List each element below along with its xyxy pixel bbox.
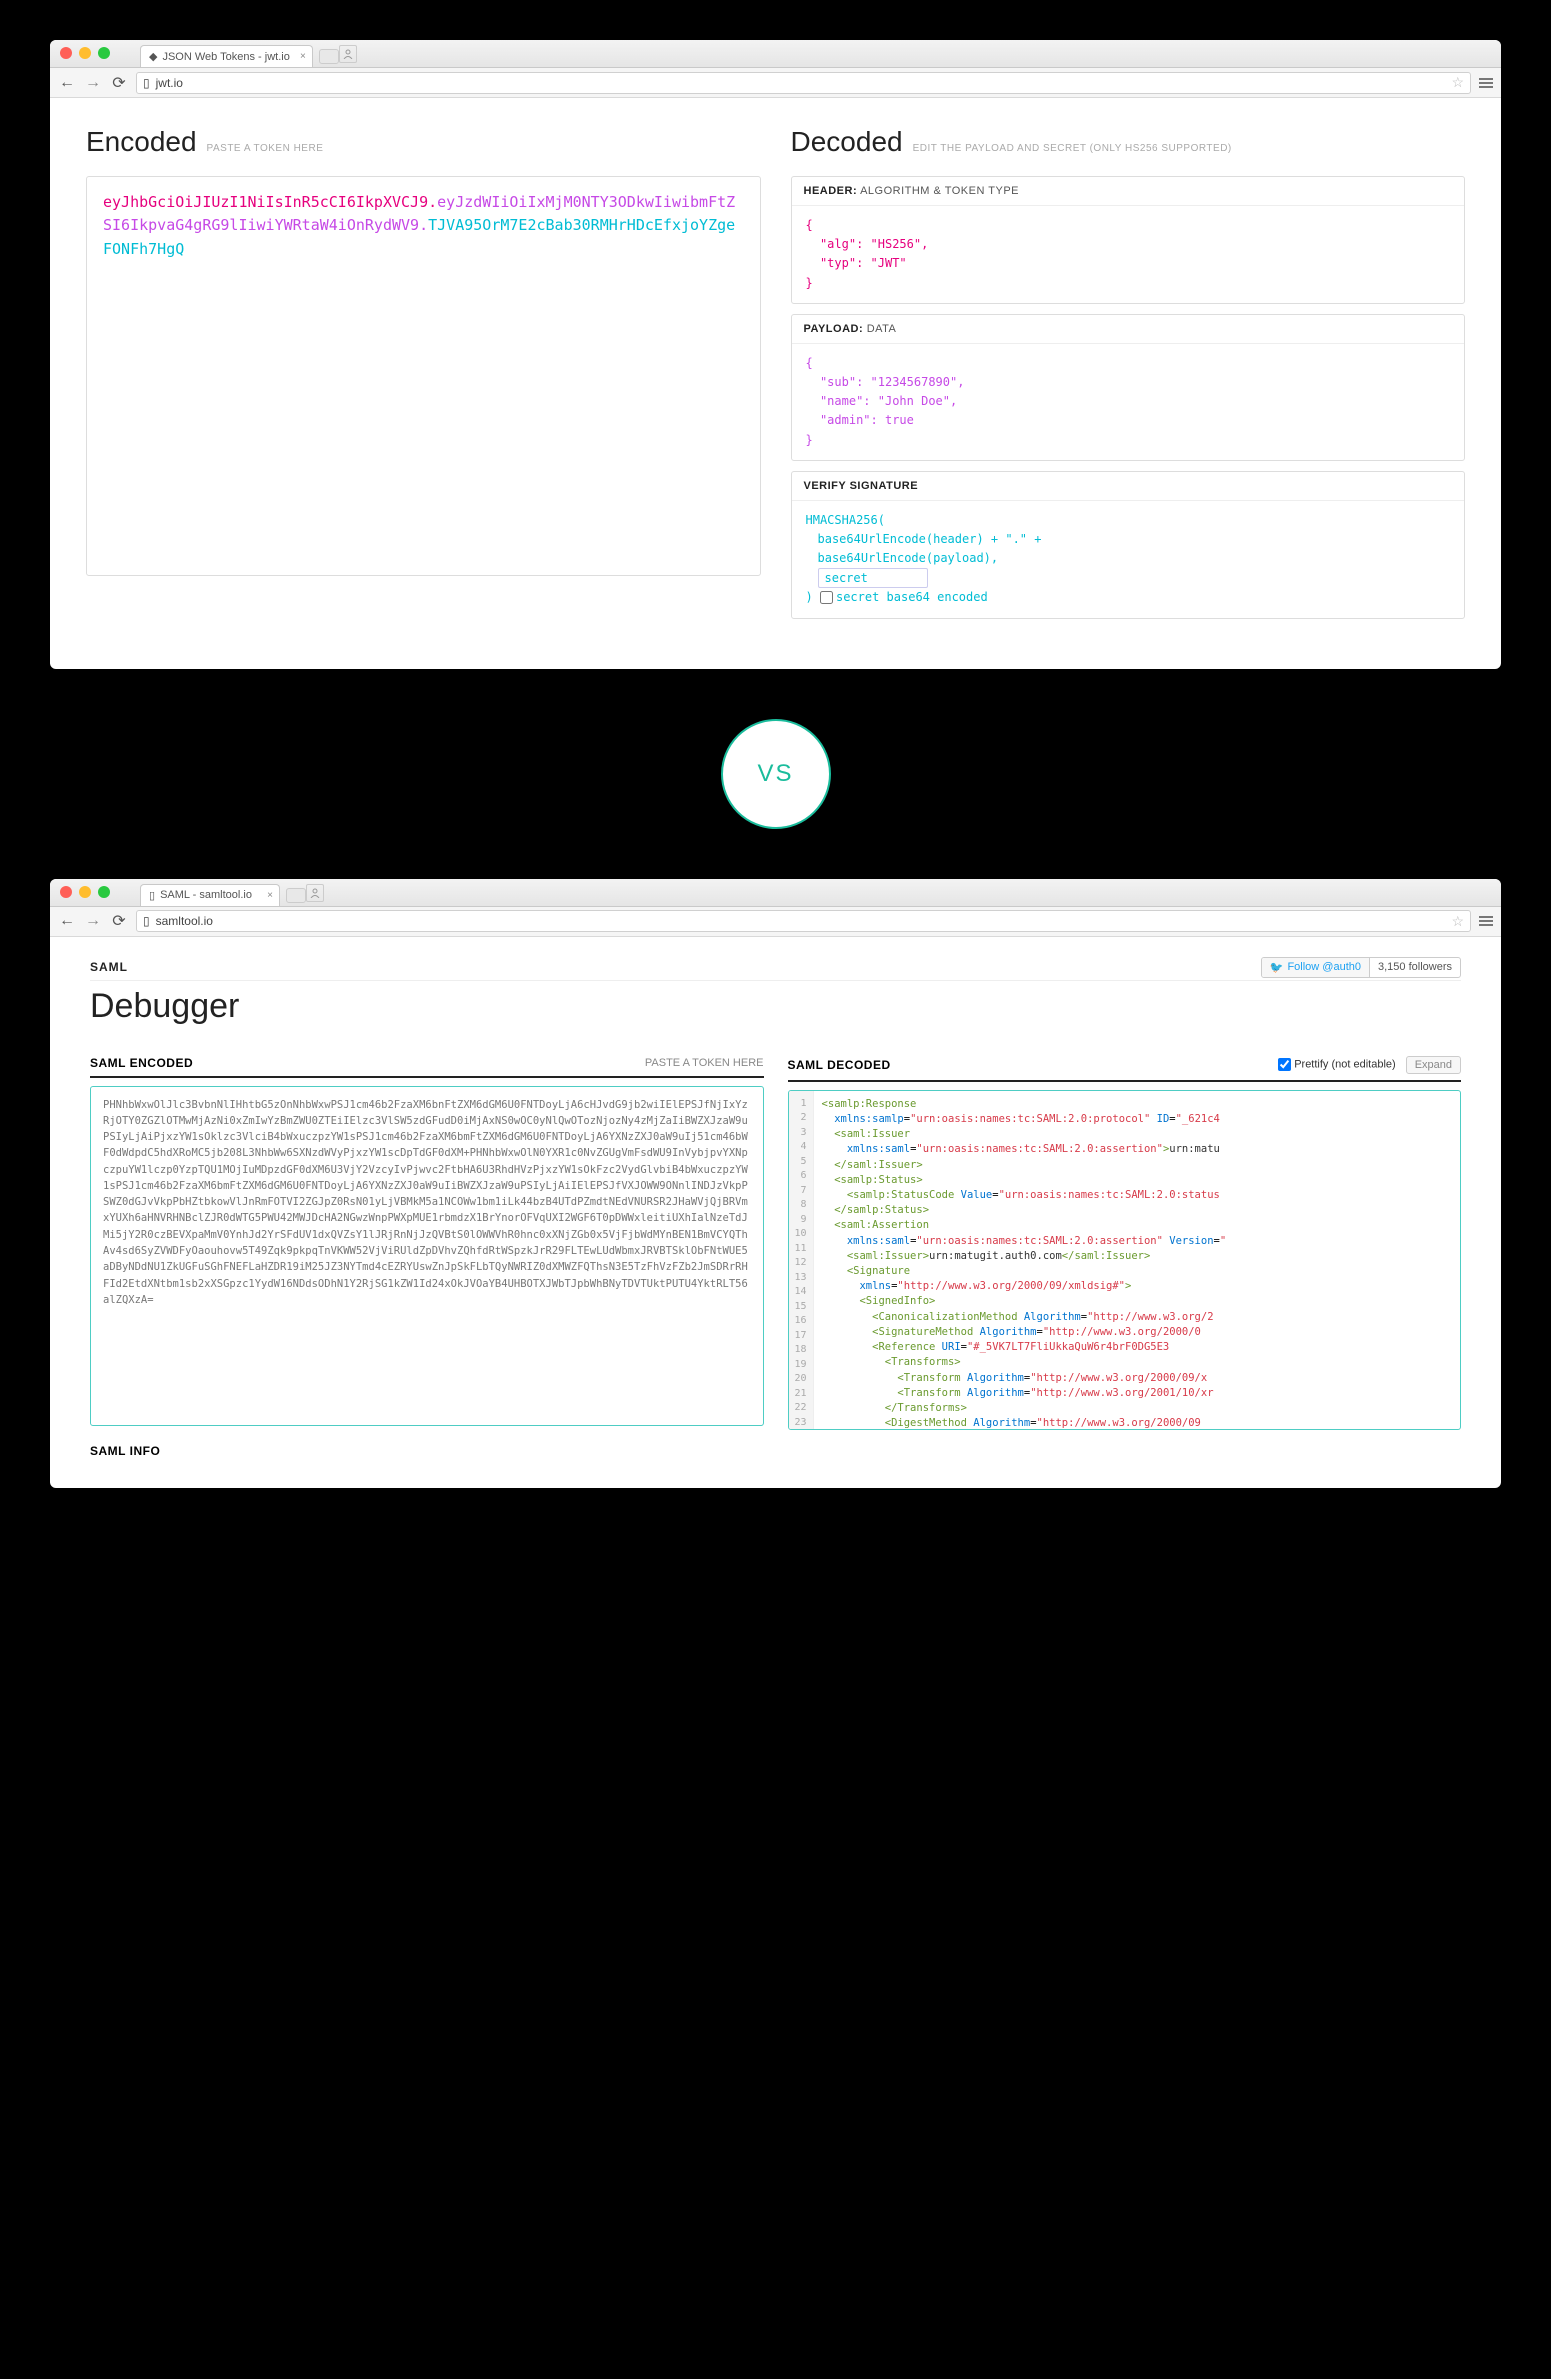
payload-panel: PAYLOAD: DATA { "sub": "1234567890", "na… bbox=[791, 314, 1466, 461]
sig-line: HMACSHA256( bbox=[806, 511, 1451, 530]
decoded-subtitle: EDIT THE PAYLOAD AND SECRET (ONLY HS256 … bbox=[913, 143, 1232, 154]
saml-decoded-heading: SAML DECODED bbox=[788, 1058, 891, 1072]
url-bar[interactable]: ▯ samltool.io ☆ bbox=[136, 910, 1471, 932]
menu-icon[interactable] bbox=[1479, 916, 1493, 926]
secret-input[interactable] bbox=[818, 568, 928, 588]
base64-label: secret base64 encoded bbox=[836, 590, 988, 604]
tab-row: ▯ SAML - samltool.io × bbox=[140, 879, 338, 906]
reload-button-icon[interactable]: ⟳ bbox=[110, 73, 128, 93]
sig-close: ) bbox=[806, 590, 813, 604]
saml-decoded-viewer[interactable]: 1234567891011121314151617181920212223242… bbox=[788, 1090, 1462, 1430]
bookmark-star-icon[interactable]: ☆ bbox=[1451, 913, 1464, 930]
browser-toolbar: ← → ⟳ ▯ jwt.io ☆ bbox=[50, 68, 1501, 98]
encoded-subtitle: PASTE A TOKEN HERE bbox=[207, 143, 324, 154]
titlebar: ◆ JSON Web Tokens - jwt.io × bbox=[50, 40, 1501, 68]
tab-title: JSON Web Tokens - jwt.io bbox=[162, 51, 289, 63]
window-controls bbox=[60, 47, 110, 59]
prettify-checkbox[interactable] bbox=[1278, 1058, 1291, 1071]
page-icon: ▯ bbox=[143, 914, 150, 928]
close-tab-icon[interactable]: × bbox=[300, 51, 306, 62]
payload-sublabel: DATA bbox=[867, 323, 897, 335]
saml-browser-window: ▯ SAML - samltool.io × ← → ⟳ ▯ samltool.… bbox=[50, 879, 1501, 1488]
browser-tab[interactable]: ▯ SAML - samltool.io × bbox=[140, 884, 280, 906]
payload-label: PAYLOAD: bbox=[804, 323, 864, 335]
encoded-heading: Encoded bbox=[86, 126, 197, 158]
prettify-toggle[interactable]: Prettify (not editable) bbox=[1278, 1058, 1396, 1071]
sig-line: base64UrlEncode(header) + "." + bbox=[806, 530, 1451, 549]
signature-label: VERIFY SIGNATURE bbox=[804, 480, 919, 492]
url-bar[interactable]: ▯ jwt.io ☆ bbox=[136, 72, 1471, 94]
bookmark-star-icon[interactable]: ☆ bbox=[1451, 74, 1464, 91]
page-icon: ▯ bbox=[143, 76, 150, 90]
token-header-segment: eyJhbGciOiJIUzI1NiIsInR5cCI6IkpXVCJ9 bbox=[103, 193, 428, 211]
saml-xml-code: <samlp:Response xmlns:samlp="urn:oasis:n… bbox=[814, 1091, 1460, 1429]
jwt-page: Encoded PASTE A TOKEN HERE eyJhbGciOiJIU… bbox=[50, 98, 1501, 669]
url-text: jwt.io bbox=[156, 76, 183, 90]
saml-encoded-input[interactable]: PHNhbWxwOlJlc3BvbnNlIHhtbG5zOnNhbWxwPSJ1… bbox=[90, 1086, 764, 1426]
forward-button-icon[interactable]: → bbox=[84, 912, 102, 930]
new-tab-button[interactable] bbox=[286, 888, 306, 903]
vs-badge: VS bbox=[721, 719, 831, 829]
back-button-icon[interactable]: ← bbox=[58, 912, 76, 930]
page-title: Debugger bbox=[90, 987, 1461, 1026]
twitter-follow-button[interactable]: 🐦Follow @auth0 3,150 followers bbox=[1261, 957, 1461, 978]
browser-toolbar: ← → ⟳ ▯ samltool.io ☆ bbox=[50, 907, 1501, 937]
header-json[interactable]: { "alg": "HS256", "typ": "JWT" } bbox=[792, 206, 1465, 303]
twitter-icon: 🐦 bbox=[1270, 961, 1284, 974]
saml-page: SAML 🐦Follow @auth0 3,150 followers Debu… bbox=[50, 937, 1501, 1488]
payload-json[interactable]: { "sub": "1234567890", "name": "John Doe… bbox=[792, 344, 1465, 460]
sig-line: base64UrlEncode(payload), bbox=[806, 549, 1451, 568]
reload-button-icon[interactable]: ⟳ bbox=[110, 911, 128, 931]
encoded-column: Encoded PASTE A TOKEN HERE eyJhbGciOiJIU… bbox=[86, 126, 761, 629]
favicon-icon: ◆ bbox=[149, 50, 157, 63]
saml-encoded-heading: SAML ENCODED bbox=[90, 1056, 193, 1070]
minimize-window-icon[interactable] bbox=[79, 47, 91, 59]
menu-icon[interactable] bbox=[1479, 78, 1493, 88]
vs-divider: VS bbox=[50, 669, 1501, 879]
saml-encoded-subtitle: PASTE A TOKEN HERE bbox=[645, 1057, 764, 1069]
header-panel: HEADER: ALGORITHM & TOKEN TYPE { "alg": … bbox=[791, 176, 1466, 304]
saml-encoded-column: SAML ENCODED PASTE A TOKEN HERE PHNhbWxw… bbox=[90, 1056, 764, 1458]
favicon-icon: ▯ bbox=[149, 889, 155, 902]
decoded-heading: Decoded bbox=[791, 126, 903, 158]
browser-tab[interactable]: ◆ JSON Web Tokens - jwt.io × bbox=[140, 45, 313, 67]
header-sublabel: ALGORITHM & TOKEN TYPE bbox=[860, 185, 1019, 197]
follow-label: Follow @auth0 bbox=[1287, 961, 1361, 973]
profile-icon[interactable] bbox=[339, 45, 357, 63]
saml-info-heading: SAML INFO bbox=[90, 1444, 764, 1458]
back-button-icon[interactable]: ← bbox=[58, 74, 76, 92]
forward-button-icon[interactable]: → bbox=[84, 74, 102, 92]
close-window-icon[interactable] bbox=[60, 47, 72, 59]
header-label: HEADER: bbox=[804, 185, 858, 197]
minimize-window-icon[interactable] bbox=[79, 886, 91, 898]
saml-decoded-column: SAML DECODED Prettify (not editable) Exp… bbox=[788, 1056, 1462, 1458]
titlebar: ▯ SAML - samltool.io × bbox=[50, 879, 1501, 907]
window-controls bbox=[60, 886, 110, 898]
maximize-window-icon[interactable] bbox=[98, 886, 110, 898]
expand-button[interactable]: Expand bbox=[1406, 1056, 1461, 1074]
jwt-browser-window: ◆ JSON Web Tokens - jwt.io × ← → ⟳ ▯ jwt… bbox=[50, 40, 1501, 669]
new-tab-button[interactable] bbox=[319, 49, 339, 64]
url-text: samltool.io bbox=[156, 914, 213, 928]
base64-checkbox[interactable] bbox=[820, 591, 833, 604]
maximize-window-icon[interactable] bbox=[98, 47, 110, 59]
decoded-column: Decoded EDIT THE PAYLOAD AND SECRET (ONL… bbox=[791, 126, 1466, 629]
tab-title: SAML - samltool.io bbox=[160, 889, 252, 901]
tab-row: ◆ JSON Web Tokens - jwt.io × bbox=[140, 40, 371, 67]
signature-body: HMACSHA256( base64UrlEncode(header) + ".… bbox=[792, 501, 1465, 618]
profile-icon[interactable] bbox=[306, 884, 324, 902]
close-window-icon[interactable] bbox=[60, 886, 72, 898]
saml-brand: SAML bbox=[90, 960, 128, 974]
close-tab-icon[interactable]: × bbox=[267, 890, 273, 901]
line-gutter: 1234567891011121314151617181920212223242… bbox=[789, 1091, 814, 1429]
signature-panel: VERIFY SIGNATURE HMACSHA256( base64UrlEn… bbox=[791, 471, 1466, 619]
encoded-token-input[interactable]: eyJhbGciOiJIUzI1NiIsInR5cCI6IkpXVCJ9.eyJ… bbox=[86, 176, 761, 576]
followers-count: 3,150 followers bbox=[1370, 958, 1460, 976]
